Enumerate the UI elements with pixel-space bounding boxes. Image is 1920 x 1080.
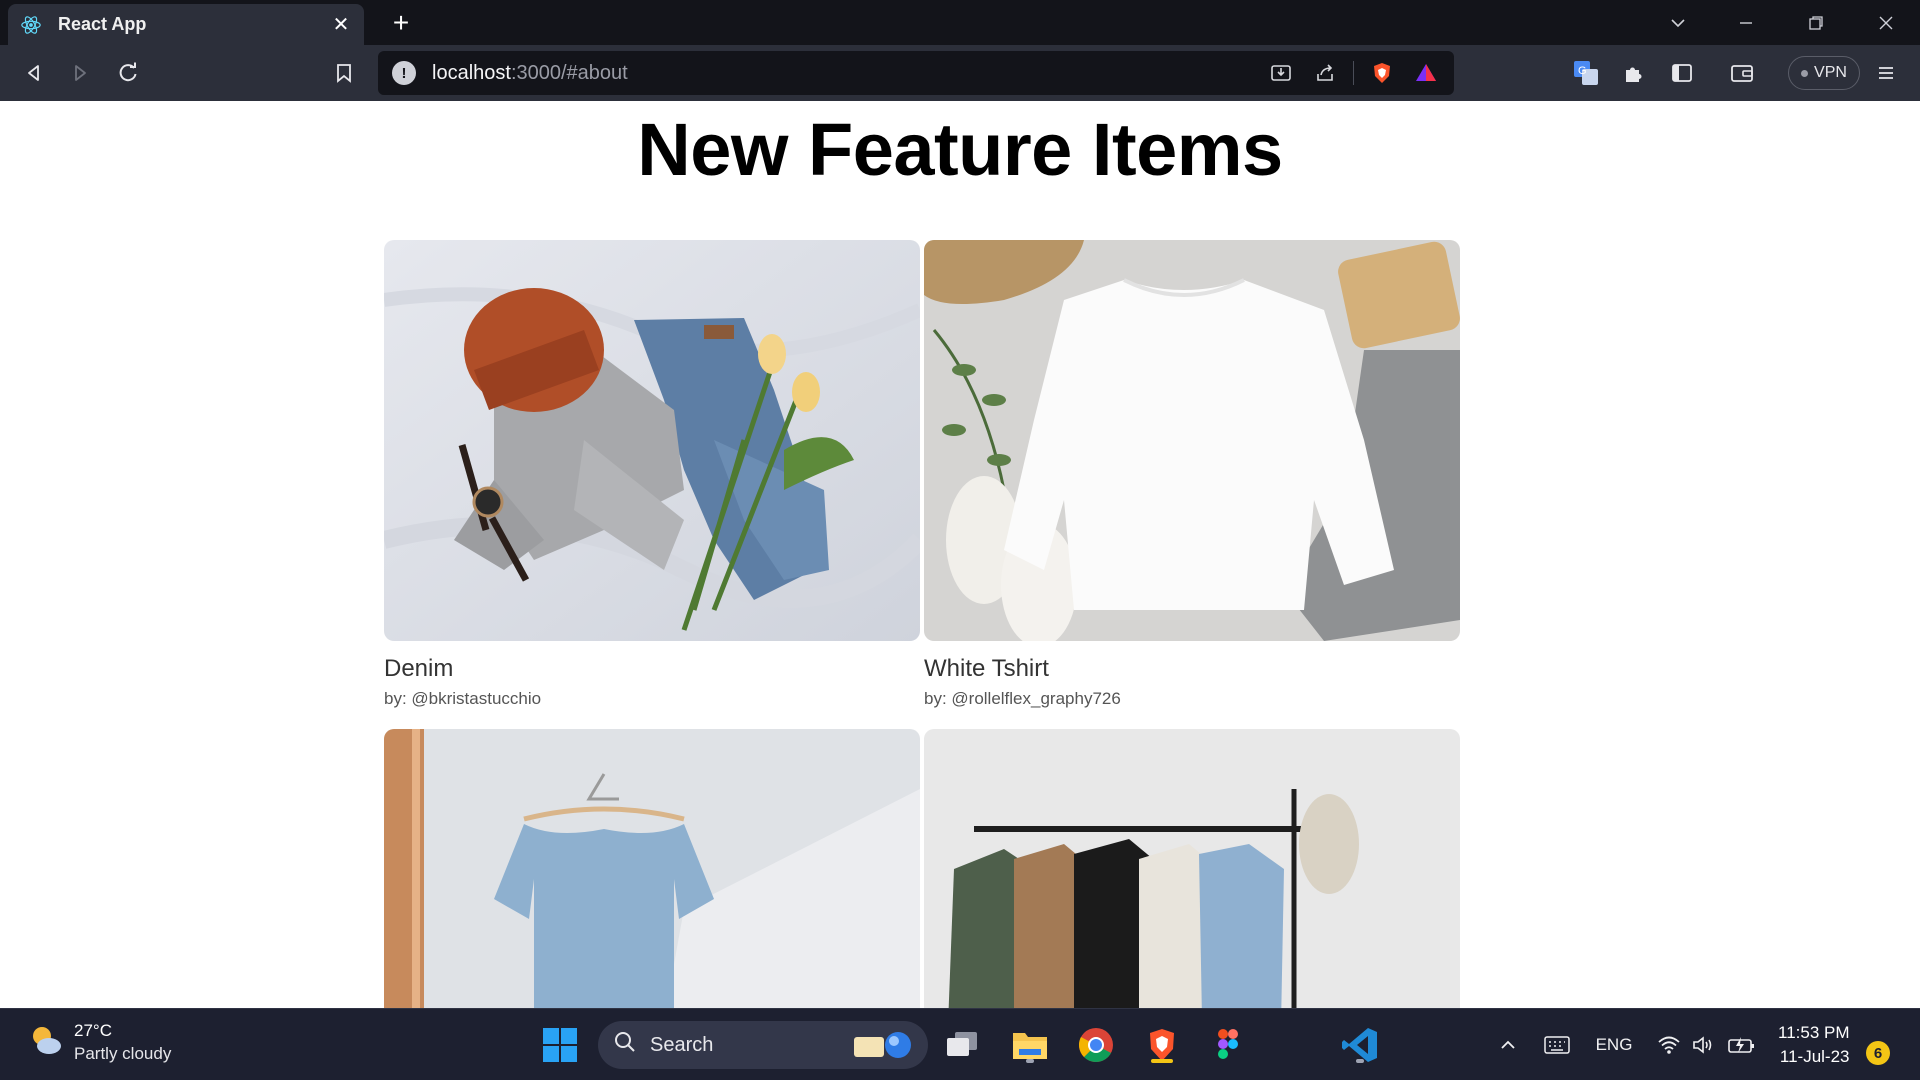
back-button[interactable] (16, 55, 52, 91)
white-tshirt-image[interactable] (924, 240, 1460, 641)
file-explorer-icon[interactable] (1008, 1023, 1052, 1067)
search-icon (614, 1031, 636, 1059)
taskbar-clock[interactable]: 11:53 PM 11-Jul-23 (1778, 1021, 1850, 1069)
taskbar-search-box[interactable]: Search (598, 1021, 928, 1069)
menu-icon[interactable] (1868, 55, 1904, 91)
tab-react-app[interactable]: React App ✕ (8, 4, 364, 45)
browser-toolbar: ! localhost:3000/#about G VPN (0, 45, 1920, 101)
clothes-rack-image[interactable] (924, 729, 1460, 1008)
brave-shields-icon[interactable] (1360, 51, 1404, 95)
restore-button[interactable] (1786, 0, 1846, 45)
windows-start-icon[interactable] (538, 1023, 582, 1067)
svg-text:G: G (1578, 65, 1587, 77)
address-bar[interactable]: ! localhost:3000/#about (378, 51, 1454, 95)
weather-description: Partly cloudy (74, 1044, 172, 1063)
search-label: Search (650, 1033, 714, 1056)
page-content: New Feature Items Denim by: @bkristastuc… (0, 101, 1920, 1008)
bookmark-icon[interactable] (326, 55, 362, 91)
card-author: by: @rollelflex_graphy726 (924, 689, 1121, 708)
tab-close-icon[interactable]: ✕ (330, 14, 352, 36)
card-title: White Tshirt (924, 655, 1049, 682)
vscode-icon[interactable] (1338, 1023, 1382, 1067)
running-indicator (1026, 1059, 1034, 1063)
react-logo-icon (20, 14, 42, 36)
brave-browser-icon[interactable] (1140, 1023, 1184, 1067)
new-tab-button[interactable]: + (386, 7, 416, 38)
language-indicator[interactable]: ENG (1592, 1027, 1636, 1063)
feature-card-blue-tshirt[interactable] (384, 729, 920, 1008)
task-view-icon[interactable] (940, 1023, 984, 1067)
install-app-icon[interactable] (1259, 51, 1303, 95)
vpn-button[interactable]: VPN (1788, 56, 1860, 90)
active-indicator (1151, 1059, 1173, 1063)
forward-button[interactable] (62, 55, 98, 91)
browser-tab-bar: React App ✕ + (0, 0, 1920, 45)
weather-temperature: 27°C (74, 1021, 112, 1040)
vpn-label: VPN (1814, 64, 1847, 81)
vpn-status-dot (1801, 69, 1809, 77)
translate-icon[interactable]: G (1568, 55, 1604, 91)
close-window-button[interactable] (1856, 0, 1916, 45)
figma-icon[interactable] (1206, 1023, 1250, 1067)
chrome-icon[interactable] (1074, 1023, 1118, 1067)
clock-time: 11:53 PM (1778, 1023, 1850, 1042)
site-info-icon[interactable]: ! (392, 61, 416, 85)
feature-card-white-tshirt[interactable]: White Tshirt by: @rollelflex_graphy726 (924, 240, 1460, 709)
share-icon[interactable] (1303, 51, 1347, 95)
feature-card-denim[interactable]: Denim by: @bkristastucchio (384, 240, 920, 709)
url-text[interactable]: localhost:3000/#about (432, 62, 628, 85)
card-author: by: @bkristastucchio (384, 689, 542, 708)
windows-taskbar: 27°C Partly cloudy Search ENG 11:53 PM 1… (0, 1008, 1920, 1080)
feature-card-clothes-rack[interactable] (924, 729, 1460, 1008)
clock-date: 11-Jul-23 (1779, 1047, 1850, 1066)
sidebar-toggle-icon[interactable] (1664, 55, 1700, 91)
partly-cloudy-icon (28, 1022, 64, 1063)
wallet-icon[interactable] (1724, 55, 1760, 91)
extensions-icon[interactable] (1616, 55, 1652, 91)
page-title: New Feature Items (637, 108, 1283, 191)
show-hidden-icons-chevron-icon[interactable] (1494, 1027, 1522, 1063)
reload-button[interactable] (110, 55, 146, 91)
tab-search-chevron-icon[interactable] (1648, 0, 1708, 45)
denim-image[interactable] (384, 240, 920, 641)
weather-widget[interactable]: 27°C Partly cloudy (28, 1021, 171, 1064)
tab-title: React App (58, 14, 147, 34)
brave-rewards-icon[interactable] (1404, 51, 1448, 95)
running-indicator (1356, 1059, 1364, 1063)
keyboard-icon[interactable] (1540, 1027, 1574, 1063)
wifi-icon[interactable] (1654, 1027, 1684, 1063)
blue-tshirt-image[interactable] (384, 729, 920, 1008)
volume-icon[interactable] (1690, 1027, 1718, 1063)
battery-charging-icon[interactable] (1726, 1027, 1756, 1063)
card-title: Denim (384, 655, 454, 682)
search-highlight-icon (846, 1027, 918, 1069)
minimize-button[interactable] (1716, 0, 1776, 45)
notification-badge[interactable]: 6 (1866, 1041, 1890, 1065)
